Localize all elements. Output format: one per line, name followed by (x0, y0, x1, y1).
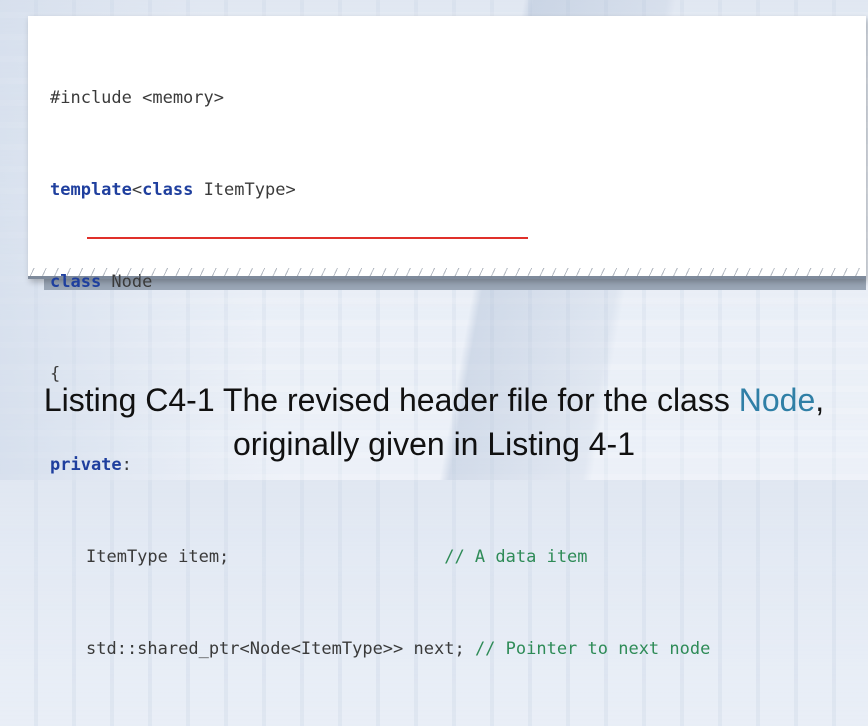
caption-text: , (815, 382, 825, 418)
code-text: ItemType> (193, 179, 296, 200)
code-comment: // Pointer to next node (464, 638, 711, 659)
code-text: ItemType item; (86, 547, 230, 568)
code-line-1: #include <memory> (50, 83, 710, 114)
caption-text: Listing C4-1 The revised header file for… (43, 382, 739, 418)
code-listing-card: #include <memory> template<class ItemTyp… (28, 16, 866, 659)
caption-line-1: Listing C4-1 The revised header file for… (0, 378, 868, 422)
code-line-7: std::shared_ptr<Node<ItemType>> next; //… (50, 634, 710, 665)
highlight-underline (87, 237, 528, 239)
code-keyword: class (142, 179, 194, 200)
code-text: #include <memory> (50, 88, 224, 109)
code-line-6: ItemType item; // A data item (50, 542, 710, 573)
caption-class-name: Node (738, 382, 816, 418)
code-text: std::shared_ptr<Node<ItemType>> next; (86, 638, 465, 659)
code-line-2: template<class ItemType> (50, 175, 710, 206)
code-block: #include <memory> template<class ItemTyp… (50, 22, 710, 726)
code-text: < (131, 179, 143, 200)
caption-line-2: originally given in Listing 4-1 (233, 426, 635, 462)
code-keyword: template (50, 179, 132, 200)
code-comment: // A data item (229, 547, 588, 568)
torn-edge (28, 268, 866, 278)
figure-caption: Listing C4-1 The revised header file for… (0, 378, 868, 466)
